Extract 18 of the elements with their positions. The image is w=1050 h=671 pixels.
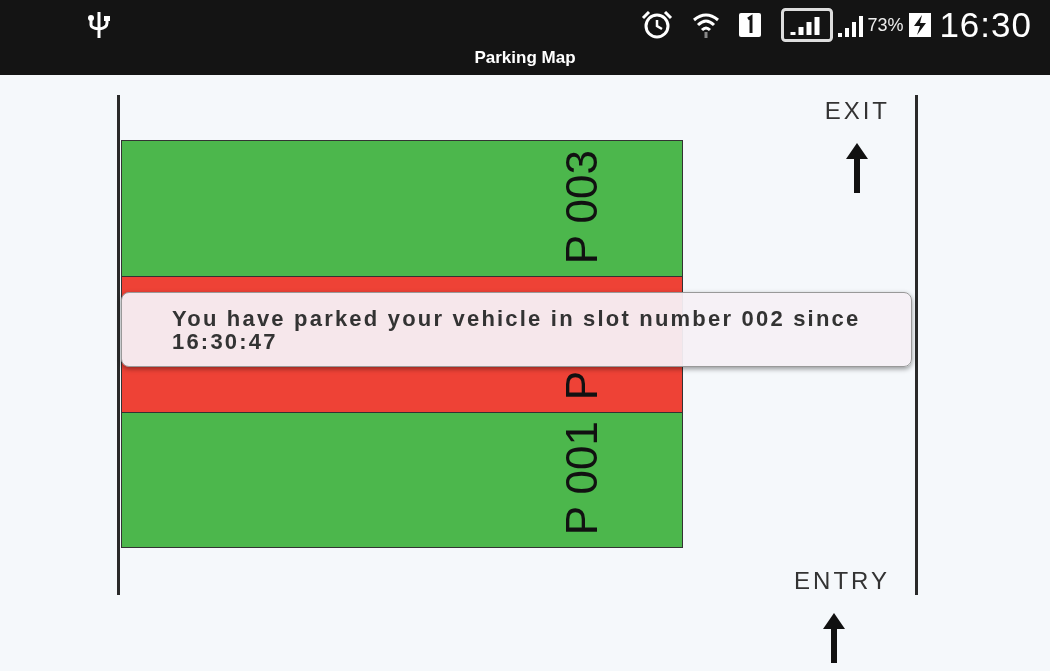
signal-icon (781, 8, 834, 42)
clock-time: 16:30 (939, 5, 1032, 45)
exit-label: EXIT (824, 97, 890, 125)
app-title: Parking Map (473, 48, 577, 68)
wifi-icon (693, 12, 720, 38)
sim-card-icon (739, 13, 762, 37)
entry-label: ENTRY (794, 567, 890, 595)
slot-label: P 003 (560, 149, 604, 264)
slot-label: P 001 (560, 420, 604, 535)
toast-text: You have parked your vehicle in slot number 002 since 16:30:47 (172, 307, 862, 353)
usb-icon (88, 12, 110, 38)
up-arrow-icon (845, 143, 870, 193)
up-arrow-icon (822, 613, 846, 663)
charging-battery-icon (909, 13, 932, 37)
slot-label: P (560, 370, 604, 400)
signal-icon (837, 13, 864, 37)
battery-percentage: 73% (867, 14, 904, 36)
alarm-clock-icon (641, 11, 674, 39)
